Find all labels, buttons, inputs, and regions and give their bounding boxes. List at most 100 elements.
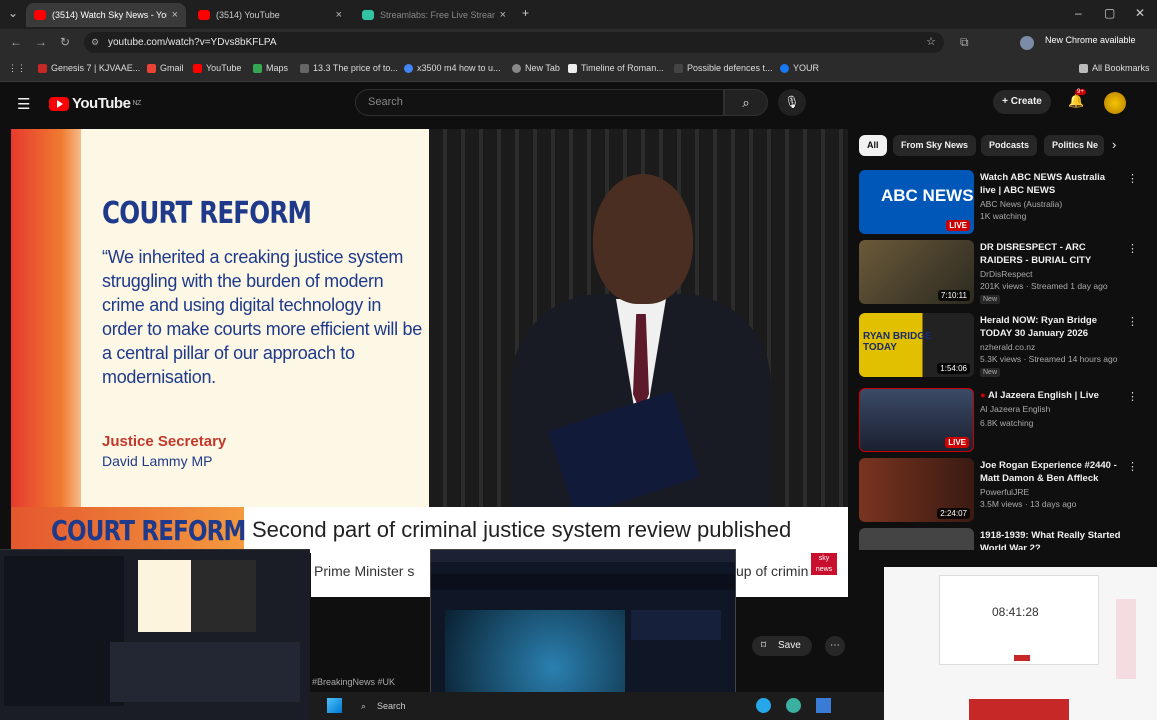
notifications-bell-icon[interactable]: 🔔 9+ — [1068, 89, 1086, 109]
menu-icon[interactable]: ☰ — [17, 95, 30, 113]
taskbar-search[interactable]: ⌕ Search — [355, 696, 435, 716]
youtube-favicon-icon — [198, 10, 210, 20]
channel-name[interactable]: PowerfulJRE — [980, 487, 1029, 497]
youtube-icon — [193, 63, 202, 73]
recommendation-item[interactable]: 2:24:07 Joe Rogan Experience #2440 - Mat… — [859, 458, 1149, 524]
recommendation-item[interactable]: LIVE ● Al Jazeera English | Live Al Jaze… — [859, 388, 1149, 454]
bookmark-item[interactable]: Timeline of Roman... — [568, 63, 664, 73]
recommendation-title[interactable]: ● Al Jazeera English | Live — [980, 389, 1122, 402]
chevron-right-icon[interactable]: › — [1112, 137, 1116, 152]
youtube-logo[interactable]: YouTube NZ — [49, 95, 141, 112]
new-tab-icon[interactable]: + — [522, 6, 529, 20]
preview-titlebar — [431, 550, 735, 562]
video-thumbnail[interactable] — [859, 528, 974, 550]
reload-icon[interactable]: ↻ — [60, 35, 70, 49]
bookmark-item[interactable]: 13.3 The price of to... — [300, 63, 398, 73]
app-icon[interactable] — [816, 698, 831, 713]
tab-youtube[interactable]: (3514) YouTube × — [190, 3, 350, 27]
new-tag: New — [980, 368, 1001, 377]
back-icon[interactable]: ← — [10, 35, 22, 49]
close-window-icon[interactable]: ✕ — [1135, 6, 1145, 20]
more-actions-icon[interactable]: ⋯ — [825, 636, 845, 656]
app-icon[interactable] — [786, 698, 801, 713]
recommendation-title[interactable]: Joe Rogan Experience #2440 - Matt Damon … — [980, 459, 1122, 485]
more-options-icon[interactable]: ⋮ — [1127, 242, 1138, 255]
chip-from-sky-news[interactable]: From Sky News — [893, 135, 977, 156]
chip-politics-news[interactable]: Politics Ne — [1044, 135, 1104, 156]
search-input[interactable]: Search — [355, 89, 724, 116]
tab-label: (3514) Watch Sky News - YouTube — [52, 10, 167, 20]
bookmark-item[interactable]: YOUR — [780, 63, 819, 73]
ticker-text: Prime Minister s — [314, 563, 415, 579]
channel-name[interactable]: DrDisRespect — [980, 269, 1032, 279]
tab-search-icon[interactable]: ⌄ — [8, 6, 18, 20]
recommendation-title[interactable]: 1918-1939: What Really Started World War… — [980, 529, 1122, 550]
clock-widget-window[interactable]: 08:41:28 — [884, 567, 1157, 720]
more-options-icon[interactable]: ⋮ — [1127, 460, 1138, 473]
apps-grid-icon[interactable]: ⋮⋮ — [8, 63, 26, 74]
news-site-preview-window[interactable] — [430, 549, 736, 709]
video-thumbnail[interactable]: ABC NEWS LIVE — [859, 170, 974, 234]
streaming-app-preview-window[interactable] — [0, 549, 310, 720]
site-info-icon[interactable]: ⚙ — [91, 32, 99, 53]
minimize-icon[interactable]: – — [1075, 6, 1082, 20]
bookmark-item[interactable]: Genesis 7 | KJVAAE... — [38, 63, 140, 73]
bookmark-item[interactable]: Maps — [253, 63, 288, 73]
video-thumbnail[interactable]: 7:10:11 — [859, 240, 974, 304]
bookmark-item[interactable]: Gmail — [147, 63, 184, 73]
recommendation-item[interactable]: 7:10:11 DR DISRESPECT - ARC RAIDERS - BU… — [859, 240, 1149, 306]
avatar[interactable] — [1104, 92, 1126, 114]
video-player[interactable]: COURT REFORM “We inherited a creaking ju… — [11, 129, 848, 597]
more-options-icon[interactable]: ⋮ — [1127, 315, 1138, 328]
bookmark-item[interactable]: YouTube — [193, 63, 241, 73]
duration-badge: 2:24:07 — [937, 508, 970, 519]
recommendation-item[interactable]: RYAN BRIDGE TODAY 1:54:06 Herald NOW: Rya… — [859, 313, 1149, 379]
new-tab-icon — [512, 63, 521, 73]
video-thumbnail[interactable]: LIVE — [859, 388, 974, 452]
channel-name[interactable]: nzherald.co.nz — [980, 342, 1035, 352]
all-bookmarks[interactable]: All Bookmarks — [1079, 63, 1150, 73]
bookmark-label: Possible defences t... — [687, 63, 773, 73]
create-button[interactable]: + Create — [993, 90, 1051, 114]
bookmark-item[interactable]: New Tab — [512, 63, 560, 73]
search-icon[interactable]: ⌕ — [724, 89, 768, 116]
channel-name[interactable]: ABC News (Australia) — [980, 199, 1062, 209]
tab-streamlabs[interactable]: Streamlabs: Free Live Stream × — [354, 3, 514, 27]
recommendation-item[interactable]: 1918-1939: What Really Started World War… — [859, 528, 1149, 550]
chip-all[interactable]: All — [859, 135, 887, 156]
telegram-icon[interactable] — [756, 698, 771, 713]
recommendation-title[interactable]: Watch ABC NEWS Australia live | ABC NEWS — [980, 171, 1122, 197]
extensions-icon[interactable]: ⧉ — [960, 35, 969, 50]
more-options-icon[interactable]: ⋮ — [1127, 390, 1138, 403]
create-label: Create — [1010, 96, 1042, 107]
url-field[interactable]: ⚙ youtube.com/watch?v=YDvs8bKFLPA ☆ — [84, 32, 944, 53]
close-tab-icon[interactable]: × — [172, 9, 178, 21]
recommendation-title[interactable]: DR DISRESPECT - ARC RAIDERS - BURIAL CIT… — [980, 241, 1122, 268]
streamlabs-favicon-icon — [362, 10, 374, 20]
windows-start-icon[interactable] — [327, 698, 342, 713]
microphone-icon[interactable]: 🎙 — [778, 89, 806, 116]
tab-watch-sky-news[interactable]: (3514) Watch Sky News - YouTube × — [26, 3, 186, 27]
new-chrome-available[interactable]: New Chrome available — [1045, 35, 1136, 45]
profile-icon[interactable] — [1020, 36, 1034, 50]
video-thumbnail[interactable]: 2:24:07 — [859, 458, 974, 522]
forward-icon[interactable]: → — [35, 35, 47, 49]
new-tag: New — [980, 295, 1001, 304]
channel-name[interactable]: Al Jazeera English — [980, 404, 1050, 414]
video-thumbnail[interactable]: RYAN BRIDGE TODAY 1:54:06 — [859, 313, 974, 377]
close-tab-icon[interactable]: × — [336, 9, 342, 21]
recommendation-item[interactable]: ABC NEWS LIVE Watch ABC NEWS Australia l… — [859, 170, 1149, 236]
video-hashtags[interactable]: #BreakingNews #UK — [312, 677, 395, 687]
maximize-icon[interactable]: ▢ — [1104, 6, 1115, 20]
live-badge: LIVE — [945, 437, 969, 448]
chip-podcasts[interactable]: Podcasts — [981, 135, 1038, 156]
more-options-icon[interactable]: ⋮ — [1127, 172, 1138, 185]
recommendation-title[interactable]: Herald NOW: Ryan Bridge TODAY 30 January… — [980, 314, 1122, 340]
close-tab-icon[interactable]: × — [500, 9, 506, 21]
bookmark-item[interactable]: Possible defences t... — [674, 63, 773, 73]
bookmark-star-icon[interactable]: ☆ — [926, 32, 936, 53]
bookmark-item[interactable]: x3500 m4 how to u... — [404, 63, 501, 73]
save-button[interactable]: ⌑ Save — [752, 636, 812, 656]
plus-icon: + — [1002, 96, 1011, 107]
stop-button[interactable] — [1014, 655, 1030, 661]
